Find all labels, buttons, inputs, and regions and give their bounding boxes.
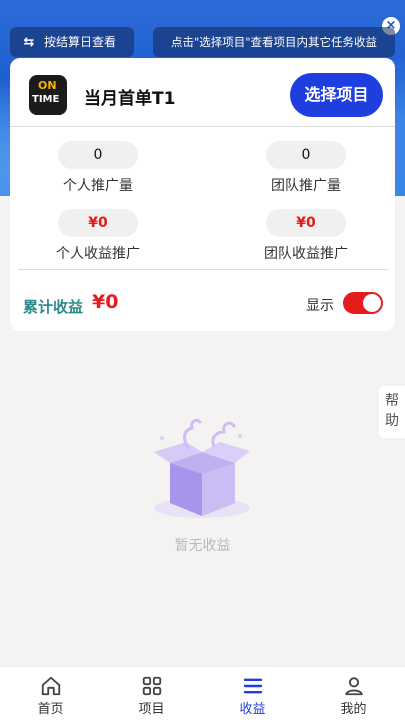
show-toggle-label: 显示: [306, 298, 334, 314]
settlement-toggle-label: 按结算日查看: [44, 35, 117, 49]
stat-team-earnings: ¥0 团队收益推广: [236, 209, 376, 263]
show-toggle[interactable]: [343, 292, 383, 314]
stat-label: 团队收益推广: [264, 246, 348, 262]
project-tip: 点击"选择项目"查看项目内其它任务收益: [153, 27, 395, 57]
tab-label: 收益: [239, 702, 266, 717]
empty-state-text: 暂无收益: [174, 538, 231, 554]
stat-label: 个人推广量: [63, 178, 133, 194]
user-icon: [345, 677, 363, 696]
tab-projects[interactable]: 项目: [101, 667, 202, 720]
help-tab[interactable]: 帮 助: [379, 386, 405, 438]
total-earnings-label: 累计收益: [23, 298, 84, 316]
toggle-knob: [363, 294, 381, 312]
earnings-card: ON TIME 当月首单T1 选择项目 0 个人推广量 0 团队推广量 ¥0 个…: [10, 58, 395, 331]
tab-home[interactable]: 首页: [0, 667, 101, 720]
tab-mine[interactable]: 我的: [303, 667, 404, 720]
tab-label: 我的: [340, 702, 367, 717]
stat-team-promo: 0 团队推广量: [236, 141, 376, 195]
project-logo: ON TIME: [29, 75, 67, 115]
stat-label: 团队推广量: [271, 178, 341, 194]
stat-label: 个人收益推广: [56, 246, 140, 262]
divider: [10, 126, 395, 127]
divider: [18, 269, 388, 270]
stat-value: 0: [266, 141, 346, 169]
stat-value: ¥0: [58, 209, 138, 237]
tab-earnings[interactable]: 收益: [202, 667, 303, 720]
tab-label: 项目: [138, 702, 165, 717]
settlement-date-toggle[interactable]: ⇆ 按结算日查看: [10, 27, 134, 57]
swap-icon: ⇆: [23, 35, 35, 50]
select-project-button[interactable]: 选择项目: [290, 73, 383, 117]
grid-icon: [142, 676, 162, 696]
stat-personal-earnings: ¥0 个人收益推广: [28, 209, 168, 263]
project-row: ON TIME 当月首单T1 选择项目: [10, 58, 395, 126]
bottom-tab-bar: 首页 项目 收益 我的: [0, 666, 405, 720]
menu-icon: [243, 678, 263, 694]
stat-personal-promo: 0 个人推广量: [28, 141, 168, 195]
total-earnings-value: ¥0: [92, 291, 119, 313]
tab-label: 首页: [37, 702, 64, 717]
stat-value: 0: [58, 141, 138, 169]
project-name: 当月首单T1: [84, 89, 176, 109]
home-icon: [41, 676, 61, 696]
stat-value: ¥0: [266, 209, 346, 237]
